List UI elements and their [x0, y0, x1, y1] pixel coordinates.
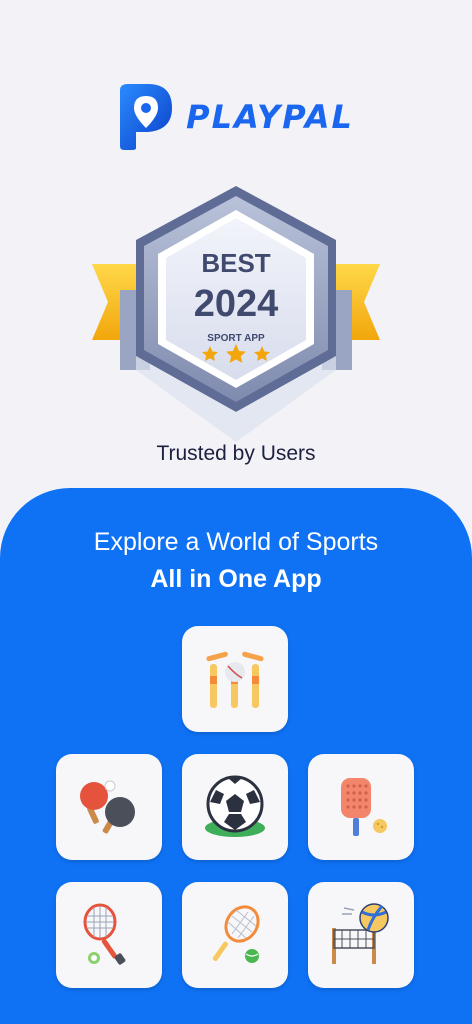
badge-caption: SPORT APP [207, 333, 265, 344]
soccer-ball-icon [205, 775, 265, 837]
sport-tile-tennis[interactable] [182, 882, 288, 988]
volleyball-net-icon [332, 903, 389, 964]
badge-year: 2024 [194, 283, 279, 325]
award-badge: BEST 2024 SPORT APP [90, 180, 382, 450]
pickleball-paddle-icon [341, 778, 387, 836]
sport-tile-football[interactable] [182, 754, 288, 860]
brand-logo: PLAYPAL [0, 82, 472, 152]
brand-name: PLAYPAL [186, 98, 354, 136]
tennis-racket-icon [212, 905, 260, 963]
sport-tile-cricket[interactable] [182, 626, 288, 732]
sport-tile-badminton[interactable] [56, 882, 162, 988]
panel-subheadline: All in One App [150, 565, 322, 593]
panel-headline: Explore a World of Sports [93, 528, 379, 556]
playpal-logo-icon [120, 84, 173, 150]
trusted-tagline: Trusted by Users [156, 442, 316, 465]
cricket-stumps-icon [206, 651, 264, 708]
sport-tile-pickleball[interactable] [308, 754, 414, 860]
sport-tile-volleyball[interactable] [308, 882, 414, 988]
badge-title: BEST [201, 248, 270, 278]
table-tennis-paddles-icon [80, 780, 135, 834]
sport-tile-table-tennis[interactable] [56, 754, 162, 860]
badminton-racket-icon [83, 903, 126, 965]
